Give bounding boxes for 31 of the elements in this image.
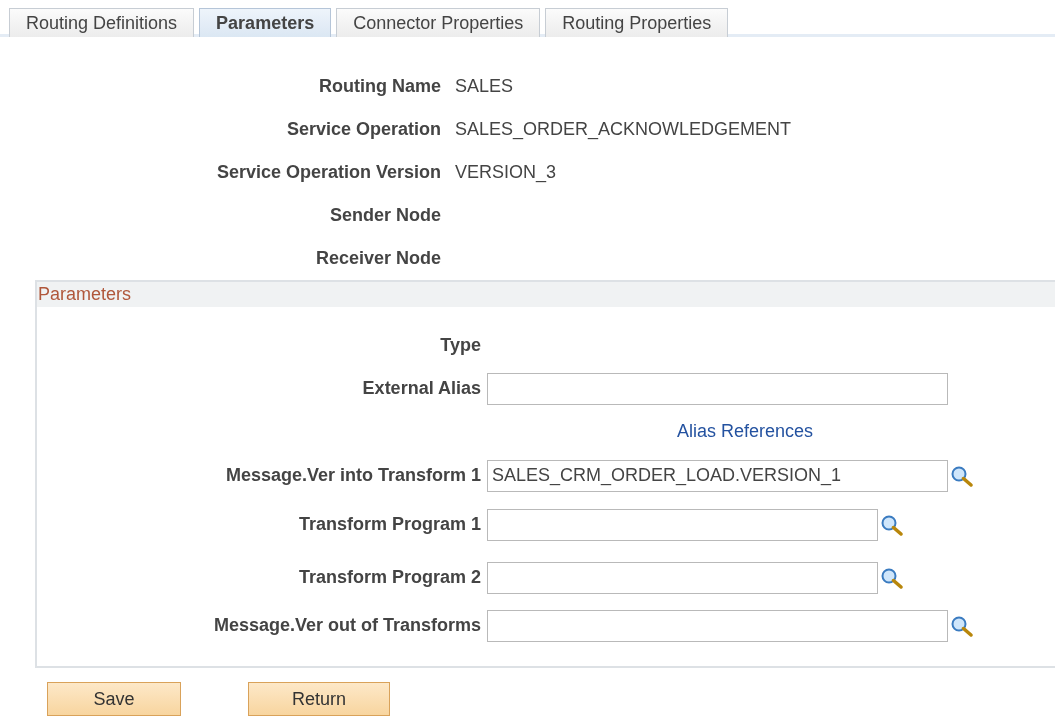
field-label: Sender Node [328, 204, 441, 227]
field-label: External Alias [361, 378, 481, 399]
search-icon[interactable] [880, 566, 904, 589]
search-icon[interactable] [880, 513, 904, 536]
field-label: Transform Program 2 [297, 567, 481, 588]
tab[interactable]: Routing Properties [545, 8, 729, 37]
input-field[interactable] [487, 508, 878, 541]
field-label: Service Operation Version [215, 161, 441, 184]
alias-references-link[interactable]: Alias References [487, 421, 814, 442]
field-label: Routing Name [318, 75, 441, 98]
panel-title: Parameters [38, 284, 132, 305]
field-value: VERSION_3 [455, 161, 558, 185]
tab[interactable]: Connector Properties [336, 8, 541, 37]
search-icon[interactable] [950, 614, 974, 637]
input-field[interactable] [487, 372, 948, 405]
action-button[interactable]: Return [248, 682, 390, 716]
field-label: Receiver Node [314, 247, 441, 270]
action-button[interactable]: Save [47, 682, 181, 716]
field-label: Service Operation [285, 118, 441, 141]
field-label: Message.Ver into Transform 1 [224, 465, 481, 486]
field-label: Message.Ver out of Transforms [212, 615, 481, 636]
field-value: SALES [455, 75, 515, 98]
field-label: Transform Program 1 [297, 514, 481, 535]
field-value: SALES_ORDER_ACKNOWLEDGEMENT [455, 118, 793, 142]
tab[interactable]: Routing Definitions [9, 8, 195, 37]
input-field[interactable] [487, 609, 948, 642]
input-field[interactable]: SALES_CRM_ORDER_LOAD.VERSION_1 [487, 459, 948, 492]
search-icon[interactable] [950, 464, 974, 487]
input-field[interactable] [487, 561, 878, 594]
field-label: Type [439, 335, 481, 356]
tab[interactable]: Parameters [199, 8, 332, 37]
